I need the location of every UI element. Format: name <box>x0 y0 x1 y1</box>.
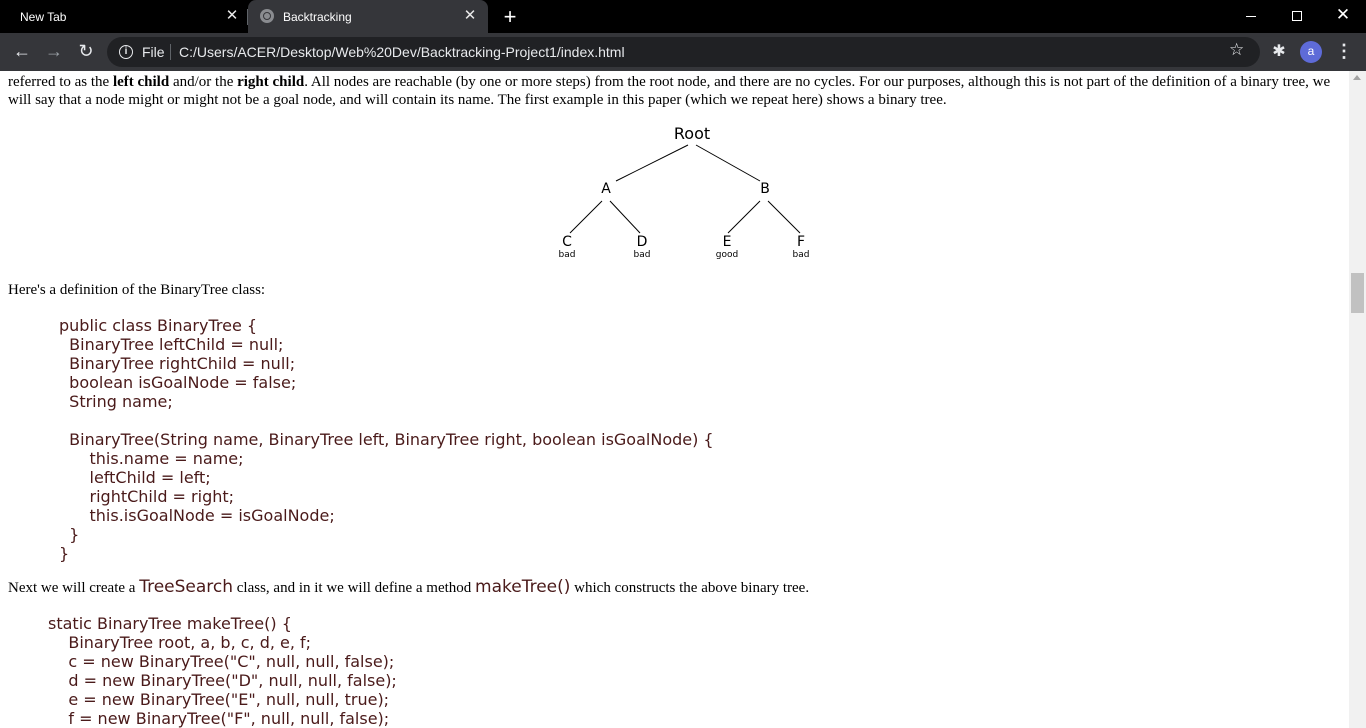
binary-tree-class-code: public class BinaryTree { BinaryTree lef… <box>59 316 714 563</box>
browser-toolbar: ← → ↻ i File C:/Users/ACER/Desktop/Web%2… <box>0 33 1366 71</box>
node-label: C <box>562 234 572 250</box>
profile-avatar[interactable]: a <box>1300 41 1322 63</box>
scroll-up-arrow-icon[interactable] <box>1353 75 1361 80</box>
binary-tree-paragraph: referred to as the left child and/or the… <box>8 73 1338 109</box>
text-run: and/or the <box>169 74 238 90</box>
edge-a-d <box>609 200 641 234</box>
tab-new-tab[interactable]: New Tab ✕ <box>0 0 248 33</box>
tree-edges <box>569 144 801 234</box>
node-label: E <box>722 234 732 250</box>
make-tree-code: static BinaryTree makeTree() { BinaryTre… <box>48 614 397 728</box>
text-run: class, and in it we will define a method <box>233 580 476 596</box>
address-bar[interactable]: i File C:/Users/ACER/Desktop/Web%20Dev/B… <box>107 37 1260 67</box>
term-left-child: left child <box>112 74 170 90</box>
forward-arrow-icon: → <box>45 41 63 61</box>
term-right-child: right child <box>237 74 305 90</box>
node-label: Root <box>673 124 711 143</box>
new-tab-button[interactable]: + <box>498 5 522 29</box>
globe-icon <box>260 9 274 23</box>
inline-code-maketree: makeTree() <box>475 577 571 597</box>
tab-title: New Tab <box>20 10 67 24</box>
text-run: referred to as the <box>8 74 113 90</box>
inline-code-treesearch: TreeSearch <box>139 577 234 597</box>
class-definition-intro: Here's a definition of the BinaryTree cl… <box>8 282 266 298</box>
restore-icon <box>1292 11 1302 22</box>
text-run: Next we will create a <box>8 580 140 596</box>
node-e: Egood <box>714 234 740 260</box>
star-icon[interactable]: ☆ <box>1229 40 1244 60</box>
close-tab-icon[interactable]: ✕ <box>222 6 242 26</box>
tree-search-intro: Next we will create a TreeSearch class, … <box>8 578 809 597</box>
node-d: Dbad <box>629 234 655 260</box>
node-label: B <box>760 181 770 197</box>
node-root: Root <box>672 126 712 142</box>
tab-strip: New Tab ✕ Backtracking ✕ + ✕ <box>0 0 1366 33</box>
node-c: Cbad <box>554 234 580 260</box>
node-status: bad <box>792 250 810 260</box>
scrollbar-thumb[interactable] <box>1351 273 1364 313</box>
node-a: A <box>596 181 616 197</box>
edge-root-a <box>615 144 689 182</box>
node-b: B <box>755 181 775 197</box>
reload-button[interactable]: ↻ <box>72 37 100 65</box>
kebab-menu-icon[interactable]: ⋮ <box>1334 41 1354 63</box>
page-viewport: referred to as the left child and/or the… <box>0 71 1349 728</box>
back-arrow-icon: ← <box>13 41 31 61</box>
edge-a-c <box>569 200 603 234</box>
node-status: good <box>715 250 739 260</box>
edge-root-b <box>695 144 761 182</box>
node-f: Fbad <box>788 234 814 260</box>
info-icon[interactable]: i <box>119 45 133 59</box>
forward-button[interactable]: → <box>40 37 68 65</box>
node-label: D <box>636 234 648 250</box>
minimize-icon <box>1246 15 1256 17</box>
edge-b-f <box>767 200 801 234</box>
node-status: bad <box>633 250 651 260</box>
close-icon: ✕ <box>1335 5 1351 24</box>
reload-icon: ↻ <box>78 41 94 61</box>
scheme-label: File <box>142 44 165 60</box>
minimize-button[interactable] <box>1228 0 1274 30</box>
tab-backtracking[interactable]: Backtracking ✕ <box>248 0 488 33</box>
page-scrollbar[interactable] <box>1349 71 1366 728</box>
extensions-puzzle-icon[interactable]: ✱ <box>1268 41 1290 63</box>
edge-b-e <box>727 200 761 234</box>
text-run: which constructs the above binary tree. <box>570 580 810 596</box>
back-button[interactable]: ← <box>8 37 36 65</box>
binary-tree-diagram: Root A B Cbad Dbad Egood Fbad <box>548 123 818 263</box>
url-text[interactable]: C:/Users/ACER/Desktop/Web%20Dev/Backtrac… <box>179 44 625 60</box>
address-divider <box>170 44 171 60</box>
node-status: bad <box>558 250 576 260</box>
node-label: F <box>796 234 806 250</box>
node-label: A <box>601 181 611 197</box>
close-tab-icon[interactable]: ✕ <box>460 6 480 26</box>
close-window-button[interactable]: ✕ <box>1320 0 1366 30</box>
tab-title: Backtracking <box>283 10 352 24</box>
restore-button[interactable] <box>1274 0 1320 30</box>
